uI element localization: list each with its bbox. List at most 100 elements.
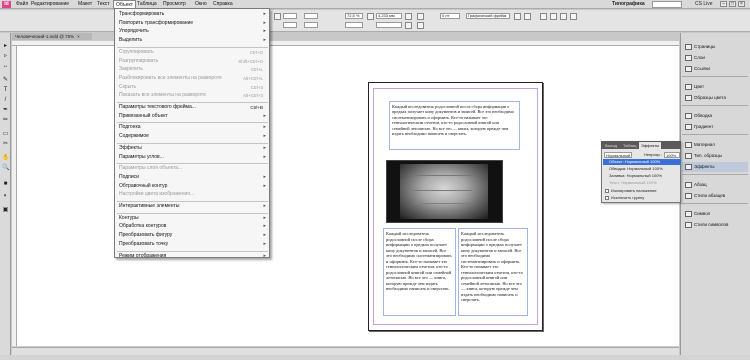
pen-alt-tool-icon[interactable]: ✒ — [2, 107, 9, 114]
submenu-arrow-icon: ▸ — [263, 11, 266, 17]
menu-layout[interactable]: Макет — [78, 0, 92, 9]
effect-row-fill[interactable]: Заливка: Нормальный 100% — [603, 173, 681, 179]
object-menu-item[interactable]: Эффекты ▸ — [116, 145, 269, 153]
object-menu-item[interactable]: Контуры ▸ — [116, 215, 269, 223]
fit-frame-icon[interactable] — [550, 13, 557, 20]
effect-row-stroke[interactable]: Обводка: Нормальный 100% — [603, 166, 681, 172]
submenu-arrow-icon: ▸ — [263, 182, 266, 189]
text-frame-top[interactable]: Каждый исследователь родословной после с… — [389, 101, 520, 150]
isolate-blending-checkbox[interactable] — [605, 189, 609, 193]
rotate-icon[interactable] — [367, 13, 374, 20]
scale-x-field[interactable]: 72,5 % — [345, 13, 363, 19]
object-menu-item[interactable]: Привязанный объект ▸ — [116, 113, 269, 121]
object-menu-item[interactable]: Содержимое ▸ — [116, 133, 269, 141]
object-menu-item[interactable]: Обтравочный контур ▸ — [116, 183, 269, 191]
search-input[interactable] — [652, 1, 682, 8]
text-frame-column-1[interactable]: Каждый исследователь родословной после с… — [383, 228, 456, 316]
object-menu-item[interactable]: Упорядочить ▸ — [116, 28, 269, 36]
panel-item[interactable]: Тип. образцы — [682, 151, 748, 161]
close-tab-icon[interactable]: × — [77, 34, 80, 39]
type-tool-icon[interactable]: T — [2, 87, 9, 94]
pencil-tool-icon[interactable]: ✏ — [2, 117, 9, 124]
panel-item[interactable]: Материал — [682, 140, 748, 150]
scissors-tool-icon[interactable]: ✂ — [2, 141, 9, 148]
panel-item[interactable]: Образцы цвета — [682, 93, 748, 103]
panel-item[interactable]: Страницы — [682, 42, 748, 52]
rotation-field[interactable]: 4,233 мм — [376, 13, 402, 19]
drop-shadow-icon[interactable] — [524, 13, 531, 20]
panel-icon — [685, 55, 692, 61]
gradient-icon[interactable]: ◐ — [2, 193, 9, 200]
panel-item[interactable]: Градиент — [682, 122, 748, 132]
menu-file[interactable]: Файл — [16, 0, 28, 9]
panel-item[interactable]: Эффекты — [682, 162, 748, 172]
scale-y-field[interactable] — [345, 22, 363, 28]
minimize-button[interactable]: – — [720, 1, 727, 7]
fx-icon[interactable] — [514, 13, 521, 20]
horizontal-scrollbar[interactable] — [12, 347, 679, 355]
fit-content-icon[interactable] — [540, 13, 547, 20]
panel-item[interactable]: Цвет — [682, 82, 748, 92]
fill-proportionally-icon[interactable] — [570, 13, 577, 20]
object-menu-item[interactable]: Выделить ▸ — [116, 37, 269, 45]
object-menu-item[interactable]: Параметры углов... ▸ — [116, 154, 269, 162]
menu-edit[interactable]: Редактирование — [31, 0, 69, 9]
reference-point-icon[interactable] — [274, 13, 281, 20]
panel-item[interactable]: Слои — [682, 53, 748, 63]
cs-live-button[interactable]: CS Live — [695, 0, 713, 9]
selection-tool-icon[interactable]: ▸ — [2, 43, 9, 50]
stroke-swatch-icon[interactable] — [417, 22, 424, 29]
object-style-select[interactable]: Графический фрейм — [466, 13, 510, 19]
rectangle-frame-tool-icon[interactable]: ▭ — [2, 131, 9, 138]
flip-vertical-icon[interactable] — [405, 22, 412, 29]
tab-output[interactable]: Выход — [603, 142, 619, 149]
tab-effects[interactable]: Эффекты — [639, 142, 662, 149]
h-field[interactable] — [304, 22, 318, 28]
menu-type[interactable]: Текст — [97, 0, 110, 9]
opacity-field[interactable]: 100% — [664, 152, 680, 158]
vertical-ruler[interactable] — [12, 46, 17, 346]
hand-tool-icon[interactable]: ✋ — [2, 155, 9, 162]
object-menu-item[interactable]: Параметры текстового фрейма... Ctrl+B — [116, 104, 269, 112]
document-tab[interactable]: Человеческий-1.indd @ 75% × — [12, 33, 92, 40]
panel-item[interactable]: Стили абзацев — [682, 191, 748, 201]
x-field[interactable] — [283, 13, 297, 19]
panel-item[interactable]: Абзац — [682, 180, 748, 190]
object-menu-item[interactable]: Повторить трансформирование ▸ — [116, 20, 269, 28]
screen-mode-icon[interactable]: ▣ — [2, 207, 9, 214]
stroke-weight-field[interactable]: 0 пт — [440, 13, 460, 19]
fill-stroke-icon[interactable]: ■ — [2, 181, 9, 188]
shear-field[interactable] — [376, 22, 402, 28]
pen-tool-icon[interactable]: ✎ — [2, 77, 9, 84]
center-content-icon[interactable] — [560, 13, 567, 20]
w-field[interactable] — [304, 13, 318, 19]
y-field[interactable] — [283, 22, 297, 28]
object-menu-item[interactable]: Преобразовать точку ▸ — [116, 241, 269, 249]
blend-mode-select[interactable]: Нормальный — [604, 152, 632, 158]
knockout-group-checkbox[interactable] — [605, 196, 609, 200]
object-menu-item[interactable]: Режим отображения ▸ — [116, 253, 269, 261]
object-menu-item[interactable]: Трансформировать ▸ — [116, 11, 269, 19]
gap-tool-icon[interactable]: ↔ — [2, 63, 9, 70]
line-tool-icon[interactable]: / — [2, 97, 9, 104]
maximize-button[interactable]: □ — [729, 1, 736, 7]
panel-item[interactable]: Ссылки — [682, 64, 748, 74]
workspace-switcher[interactable]: Типографика — [612, 1, 645, 8]
horizontal-ruler[interactable] — [12, 41, 679, 46]
fill-swatch-icon[interactable] — [417, 13, 424, 20]
effect-row-object[interactable]: Объект: Нормальный 100% — [603, 159, 681, 165]
object-menu-item[interactable]: Обработка контуров ▸ — [116, 223, 269, 231]
object-menu-item[interactable]: Интерактивные элементы ▸ — [116, 203, 269, 211]
object-menu-item[interactable]: Подписи ▸ — [116, 174, 269, 182]
zoom-tool-icon[interactable]: 🔍 — [2, 165, 9, 172]
panel-item[interactable]: Стили символов — [682, 220, 748, 230]
tab-table[interactable]: Таблиц — [621, 142, 638, 149]
object-menu-item[interactable]: Преобразовать фигуру ▸ — [116, 232, 269, 240]
text-frame-column-2[interactable]: Каждый исследователь родословной после с… — [458, 228, 528, 316]
panel-item[interactable]: Символ — [682, 209, 748, 219]
close-button[interactable]: × — [738, 1, 745, 7]
direct-selection-tool-icon[interactable]: ▹ — [2, 53, 9, 60]
panel-item[interactable]: Обводка — [682, 111, 748, 121]
object-menu-item[interactable]: Подгонка ▸ — [116, 124, 269, 132]
flip-horizontal-icon[interactable] — [405, 13, 412, 20]
